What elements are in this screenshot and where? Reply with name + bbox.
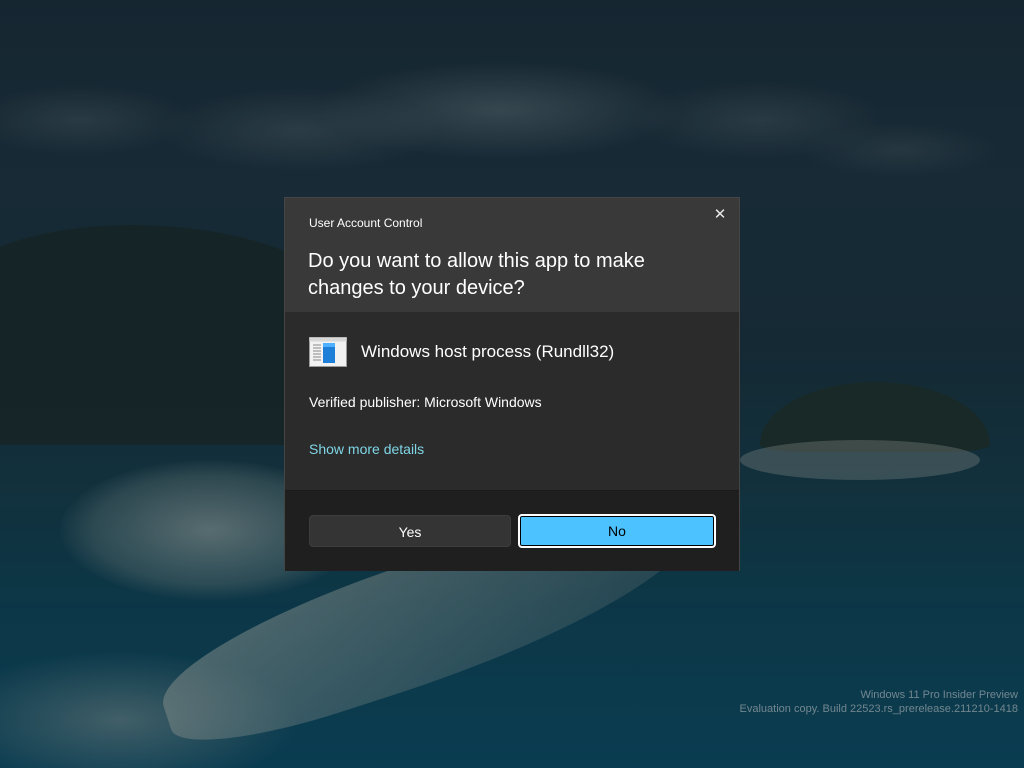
app-name: Windows host process (Rundll32) [361, 342, 615, 361]
app-row: Windows host process (Rundll32) [309, 336, 614, 368]
uac-header: User Account Control ✕ Do you want to al… [285, 198, 739, 312]
verified-publisher: Verified publisher: Microsoft Windows [309, 394, 542, 410]
desktop-wallpaper: Windows 11 Pro Insider Preview Evaluatio… [0, 0, 1024, 768]
window-app-icon [309, 337, 347, 367]
dialog-question: Do you want to allow this app to make ch… [308, 250, 645, 299]
no-button[interactable]: No [518, 514, 716, 548]
uac-details: Windows host process (Rundll32) Verified… [285, 312, 739, 490]
yes-button[interactable]: Yes [309, 515, 511, 547]
uac-dialog: User Account Control ✕ Do you want to al… [284, 197, 740, 571]
watermark-build: Evaluation copy. Build 22523.rs_prerelea… [739, 703, 1018, 715]
close-icon[interactable]: ✕ [709, 204, 731, 226]
wallpaper-beach [0, 650, 300, 768]
watermark-edition: Windows 11 Pro Insider Preview [860, 689, 1018, 701]
show-more-details-link[interactable]: Show more details [309, 441, 424, 457]
uac-button-bar: Yes No [285, 490, 739, 571]
wallpaper-island-right [760, 382, 990, 452]
dialog-caption: User Account Control [309, 216, 423, 230]
build-watermark: Windows 11 Pro Insider Preview Evaluatio… [740, 688, 1018, 716]
wallpaper-shore-right [740, 440, 980, 480]
